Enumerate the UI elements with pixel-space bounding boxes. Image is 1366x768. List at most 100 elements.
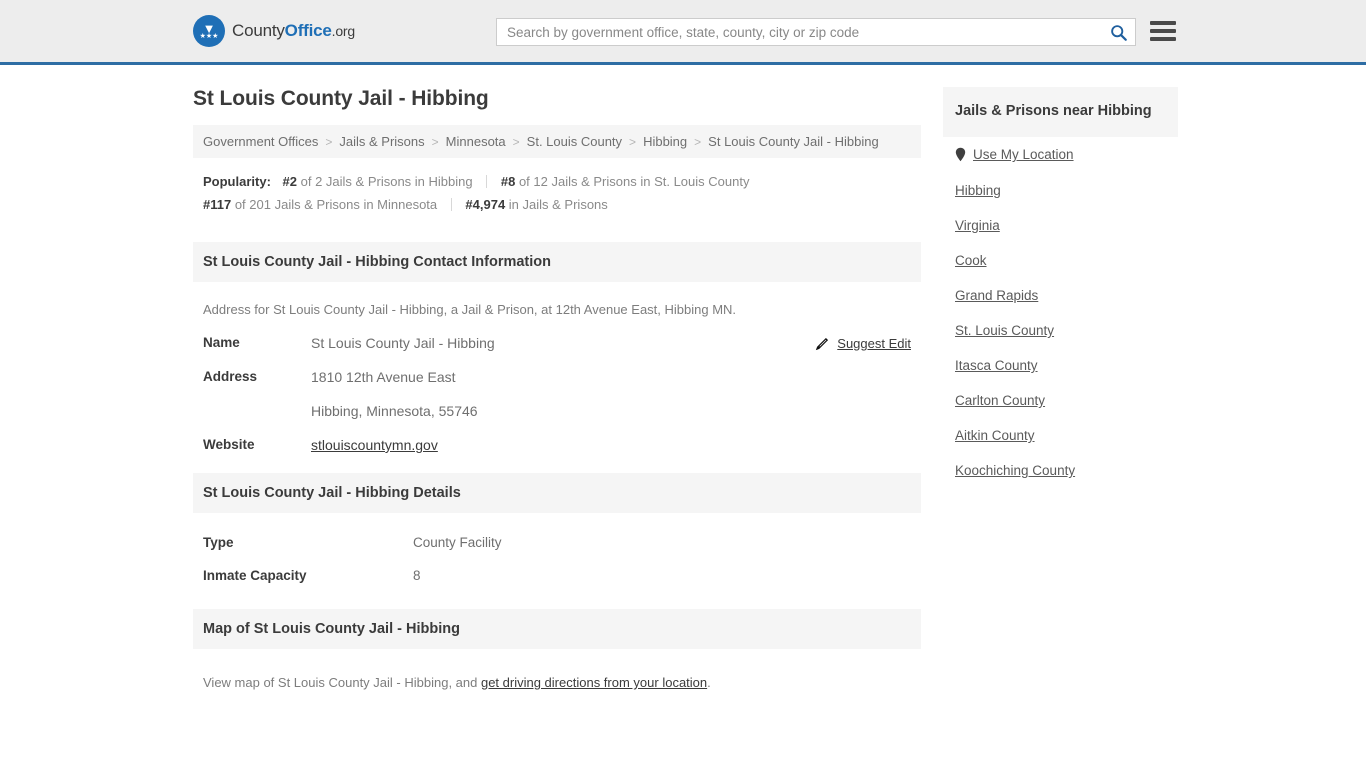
popularity-stat-1: #2 of 2 Jails & Prisons in Hibbing [283,174,477,189]
contact-value-address-line1: 1810 12th Avenue East [311,369,456,385]
map-text-after: . [707,675,711,690]
contact-key-name: Name [203,335,240,350]
brand-wordmark: CountyOffice.org [232,21,355,41]
edit-pencil-icon [816,337,829,351]
brand-part-office: Office [284,21,332,40]
website-link[interactable]: stlouiscountymn.gov [311,437,438,453]
contact-value-address-line2: Hibbing, Minnesota, 55746 [311,403,478,419]
search-button[interactable] [1101,19,1135,45]
contact-value-name: St Louis County Jail - Hibbing [311,335,495,351]
details-row-type: Type County Facility [203,535,911,550]
hamburger-bar-3 [1150,37,1176,41]
contact-row-name: Name St Louis County Jail - Hibbing Sugg… [203,335,911,351]
breadcrumb-item-hibbing[interactable]: Hibbing [643,134,687,149]
map-section-heading: Map of St Louis County Jail - Hibbing [193,609,921,649]
popularity-text-3: of 201 Jails & Prisons in Minnesota [234,197,438,212]
driving-directions-link[interactable]: get driving directions from your locatio… [481,675,707,690]
site-logo-link[interactable]: ▼ ★★★ CountyOffice.org [193,15,355,47]
details-section-heading: St Louis County Jail - Hibbing Details [193,473,921,513]
sidebar-item-hibbing[interactable]: Hibbing [955,183,1178,198]
contact-lead-text: Address for St Louis County Jail - Hibbi… [203,302,737,317]
sidebar-link-st-louis-county[interactable]: St. Louis County [955,323,1054,338]
sidebar-item-st-louis-county[interactable]: St. Louis County [955,323,1178,338]
sidebar-link-koochiching-county[interactable]: Koochiching County [955,463,1075,478]
breadcrumb-item-st-louis-county[interactable]: St. Louis County [527,134,622,149]
search-input[interactable] [497,19,1101,45]
map-pin-icon [955,147,966,162]
search-bar[interactable] [496,18,1136,46]
breadcrumb-item-current: St Louis County Jail - Hibbing [708,134,879,149]
sidebar-link-hibbing[interactable]: Hibbing [955,183,1001,198]
sidebar-link-itasca-county[interactable]: Itasca County [955,358,1038,373]
details-row-inmate-capacity: Inmate Capacity 8 [203,568,911,583]
contact-row-address-line2: Hibbing, Minnesota, 55746 [203,403,911,419]
contact-value-website: stlouiscountymn.gov [311,437,438,453]
contact-row-website: Website stlouiscountymn.gov [203,437,911,453]
page-title: St Louis County Jail - Hibbing [193,87,489,110]
sidebar-nearby-panel: Jails & Prisons near Hibbing Use My Loca… [943,65,1178,498]
map-description: View map of St Louis County Jail - Hibbi… [203,675,911,690]
sidebar-link-cook[interactable]: Cook [955,253,987,268]
sidebar-link-aitkin-county[interactable]: Aitkin County [955,428,1035,443]
popularity-divider [450,198,452,211]
breadcrumb: Government Offices > Jails & Prisons > M… [193,125,921,158]
popularity-divider [486,175,488,188]
sidebar-item-carlton-county[interactable]: Carlton County [955,393,1178,408]
contact-key-website: Website [203,437,255,452]
breadcrumb-separator: > [325,134,333,149]
popularity-text-4: in Jails & Prisons [508,197,608,212]
map-text-before: View map of St Louis County Jail - Hibbi… [203,675,481,690]
sidebar-link-grand-rapids[interactable]: Grand Rapids [955,288,1038,303]
breadcrumb-separator: > [694,134,702,149]
details-section-body: Type County Facility Inmate Capacity 8 [193,513,921,583]
breadcrumb-separator: > [512,134,520,149]
popularity-text-1: of 2 Jails & Prisons in Hibbing [300,174,473,189]
brand-part-org: .org [331,23,356,39]
sidebar-link-carlton-county[interactable]: Carlton County [955,393,1045,408]
sidebar-item-virginia[interactable]: Virginia [955,218,1178,233]
popularity-label: Popularity: [203,174,271,189]
sidebar-list: Use My Location Hibbing Virginia Cook Gr… [943,137,1178,478]
details-value-type: County Facility [413,535,502,550]
eagle-shield-logo-icon: ▼ ★★★ [193,15,225,47]
suggest-edit-label: Suggest Edit [837,336,911,351]
contact-section-heading: St Louis County Jail - Hibbing Contact I… [193,242,921,282]
sidebar-item-itasca-county[interactable]: Itasca County [955,358,1178,373]
breadcrumb-item-minnesota[interactable]: Minnesota [446,134,506,149]
sidebar-heading: Jails & Prisons near Hibbing [943,87,1178,137]
popularity-stat-3: #117 of 201 Jails & Prisons in Minnesota [203,197,441,212]
sidebar-item-grand-rapids[interactable]: Grand Rapids [955,288,1178,303]
use-my-location-link[interactable]: Use My Location [973,147,1074,162]
map-section-body: View map of St Louis County Jail - Hibbi… [193,649,921,690]
popularity-section: Popularity: #2 of 2 Jails & Prisons in H… [193,158,921,222]
contact-row-address: Address 1810 12th Avenue East [203,369,911,385]
contact-section-body: Address for St Louis County Jail - Hibbi… [193,282,921,453]
details-key-type: Type [203,535,234,550]
popularity-rank-1: #2 [282,174,297,189]
sidebar-link-virginia[interactable]: Virginia [955,218,1000,233]
breadcrumb-item-jails-prisons[interactable]: Jails & Prisons [339,134,424,149]
popularity-stat-2: #8 of 12 Jails & Prisons in St. Louis Co… [501,174,750,189]
main-content: St Louis County Jail - Hibbing Governmen… [193,65,921,690]
breadcrumb-separator: > [629,134,637,149]
breadcrumb-separator: > [431,134,439,149]
details-key-inmate-capacity: Inmate Capacity [203,568,307,583]
search-icon [1110,24,1127,41]
hamburger-menu-button[interactable] [1150,18,1176,44]
sidebar-item-use-my-location[interactable]: Use My Location [955,147,1178,162]
popularity-stat-4: #4,974 in Jails & Prisons [465,197,607,212]
popularity-rank-4: #4,974 [465,197,506,212]
suggest-edit-button[interactable]: Suggest Edit [815,336,911,351]
page-container: St Louis County Jail - Hibbing Governmen… [0,65,1366,690]
contact-key-address: Address [203,369,258,384]
sidebar-item-cook[interactable]: Cook [955,253,1178,268]
sidebar-item-koochiching-county[interactable]: Koochiching County [955,463,1178,478]
stars-glyph: ★★★ [199,32,219,40]
popularity-line-1: Popularity: #2 of 2 Jails & Prisons in H… [203,170,911,193]
site-header: ▼ ★★★ CountyOffice.org [0,0,1366,65]
popularity-rank-2: #8 [500,174,516,189]
breadcrumb-item-government-offices[interactable]: Government Offices [203,134,318,149]
eagle-glyph: ▼ [202,20,216,36]
sidebar-item-aitkin-county[interactable]: Aitkin County [955,428,1178,443]
hamburger-bar-1 [1150,21,1176,25]
